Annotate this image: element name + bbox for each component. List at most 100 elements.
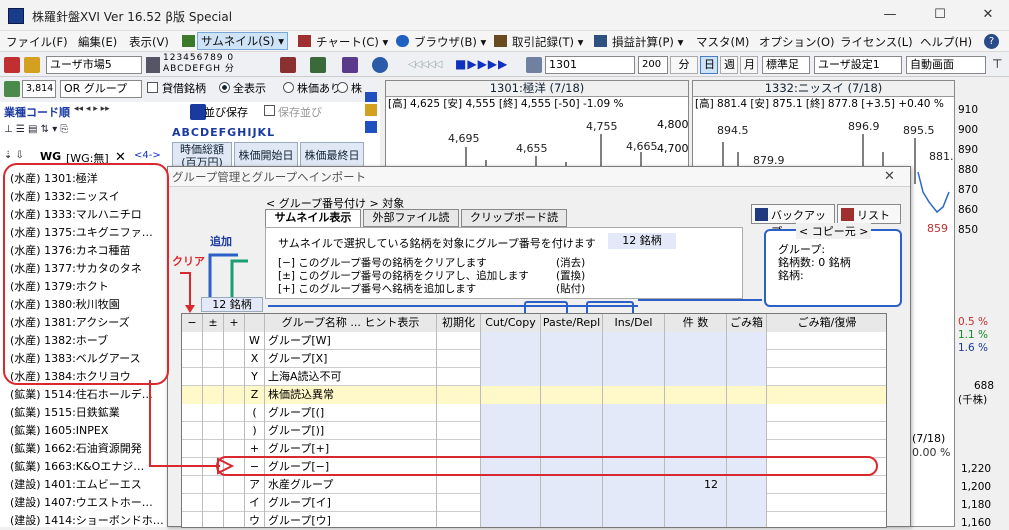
table-cell	[182, 512, 203, 527]
save-sort-checkbox[interactable]	[264, 105, 275, 116]
close-button[interactable]: ✕	[978, 5, 998, 25]
connector-line	[268, 305, 638, 307]
grid-icon[interactable]	[146, 57, 160, 73]
count-box: 12 銘柄	[201, 297, 263, 312]
pin-icon[interactable]: ⊤	[992, 57, 1002, 71]
number-keys[interactable]: 123456789 0	[163, 53, 278, 64]
loan-checkbox[interactable]	[147, 82, 158, 93]
list-item[interactable]: (建設) 1407:ウエストホー…	[0, 494, 170, 512]
menu-license[interactable]: ライセンス(L)	[840, 34, 913, 50]
table-row[interactable]: ウグループ[ウ]	[182, 512, 886, 527]
filter-icon[interactable]	[280, 57, 296, 73]
download-icon[interactable]	[365, 92, 377, 102]
group-key: イ	[245, 494, 265, 512]
restore-button[interactable]: リストア	[837, 204, 901, 238]
column-letters[interactable]: ABCDEFGHIJKL	[172, 126, 275, 139]
table-row[interactable]: イグループ[イ]	[182, 494, 886, 512]
copy-source-title: < コピー元 >	[796, 223, 872, 239]
wg-arrows[interactable]: <4->	[134, 150, 161, 161]
menu-master[interactable]: マスタ(M)	[696, 34, 749, 50]
period-month[interactable]: 月	[740, 56, 758, 74]
import-icon[interactable]	[365, 121, 377, 133]
menu-browser[interactable]: ブラウザ(B) ▾	[414, 34, 486, 50]
user-setting-select[interactable]: ユーザ設定1	[814, 56, 902, 74]
table-cell	[437, 332, 481, 350]
list-item[interactable]: (建設) 1414:ショーボンドホ…	[0, 512, 170, 530]
table-row[interactable]: ア水産グループ 12	[182, 476, 886, 494]
tab-thumbnail[interactable]: サムネイル表示	[265, 209, 361, 227]
help-icon[interactable]: ?	[984, 34, 999, 49]
period-minute[interactable]: 分	[670, 56, 698, 74]
menu-view[interactable]: 表示(V)	[129, 34, 169, 50]
backup-button[interactable]: バックアップ	[751, 204, 835, 238]
auto-screen-select[interactable]: 自動画面	[906, 56, 986, 74]
table-cell	[541, 350, 603, 368]
menu-profit[interactable]: 損益計算(P) ▾	[612, 34, 683, 50]
letter-keys[interactable]: ABCDEFGH 分	[163, 64, 278, 75]
sort-order-label[interactable]: 業種コード順	[4, 104, 70, 120]
wg-controls[interactable]: ⇣ ⇩	[4, 150, 24, 161]
dialog-close-icon[interactable]: ✕	[884, 169, 895, 184]
menu-file[interactable]: ファイル(F)	[6, 34, 68, 50]
has-stock-radio[interactable]	[283, 82, 294, 93]
tab-clipboard[interactable]: クリップボード読込	[461, 209, 567, 240]
percent-label: 1.1 %	[958, 329, 989, 341]
sort-save-button[interactable]: 並び保存	[204, 104, 248, 120]
group-name: グループ[)]	[265, 422, 437, 440]
market-select[interactable]: ユーザ市場5	[46, 56, 142, 74]
menu-option[interactable]: オプション(O)	[759, 34, 835, 50]
axis-label: 880	[958, 164, 979, 176]
tool-icon[interactable]	[342, 57, 358, 73]
table-row[interactable]: ) グループ[)]	[182, 422, 886, 440]
count-select[interactable]: 200	[638, 56, 668, 74]
period-day[interactable]: 日	[700, 56, 718, 74]
restore-icon	[841, 208, 854, 221]
menu-chart[interactable]: チャート(C) ▾	[316, 34, 388, 50]
menu-thumbnail[interactable]: サムネイル(S) ▾	[197, 32, 288, 50]
all-display-radio[interactable]	[219, 82, 230, 93]
play-controls[interactable]: ■▶▶▶▶	[455, 57, 523, 73]
table-cell	[481, 494, 541, 512]
menu-help[interactable]: ヘルプ(H)	[920, 34, 972, 50]
standard-select[interactable]: 標準足	[762, 56, 810, 74]
group-count	[665, 332, 727, 350]
row-tools[interactable]: ⊥ ☰ ▤ ⇅ ▾ ⎘	[4, 124, 164, 140]
menu-edit[interactable]: 編集(E)	[78, 34, 117, 50]
code-input[interactable]: 1301	[545, 56, 635, 74]
table-row[interactable]: Y 上海A読込不可	[182, 368, 886, 386]
window-title: 株羅針盤XVI Ver 16.52 β版 Special	[32, 10, 233, 24]
settings-icon[interactable]	[310, 57, 326, 73]
kabu-radio[interactable]	[337, 82, 348, 93]
sort-nav-arrows[interactable]: ◂◂ ◂ ▸ ▸▸	[74, 104, 110, 114]
tab-external-file[interactable]: 外部ファイル読込	[363, 209, 459, 240]
highlight-oval	[216, 456, 878, 476]
axis-label: 4,700	[657, 142, 689, 155]
mode-icon[interactable]	[526, 57, 542, 73]
column-header: Cut/Copy	[481, 314, 541, 332]
table-cell	[203, 332, 224, 350]
minimize-button[interactable]: —	[880, 5, 900, 25]
table-row[interactable]: Z 株価読込異常	[182, 386, 886, 404]
table-cell	[767, 332, 886, 350]
table-row[interactable]: X グループ[X]	[182, 350, 886, 368]
table-row[interactable]: (グループ[(]	[182, 404, 886, 422]
group-name: グループ[X]	[265, 350, 437, 368]
table-row[interactable]: W グループ[W]	[182, 332, 886, 350]
paste-icon[interactable]	[24, 57, 40, 73]
menu-trade[interactable]: 取引記録(T) ▾	[512, 34, 583, 50]
group-name: グループ[イ]	[265, 494, 437, 512]
cut-icon[interactable]	[4, 57, 20, 73]
table-cell	[481, 386, 541, 404]
or-group-select[interactable]: OR グループ	[60, 80, 142, 98]
table-cell	[224, 332, 245, 350]
period-week[interactable]: 週	[720, 56, 738, 74]
table-cell	[767, 512, 886, 527]
group-count	[665, 512, 727, 527]
export-icon[interactable]	[365, 104, 377, 116]
globe-icon[interactable]	[372, 57, 388, 73]
maximize-button[interactable]: ☐	[930, 5, 950, 25]
table-cell	[541, 476, 603, 494]
copy-source-box: < コピー元 > グループ: 銘柄数: 0 銘柄 銘柄:	[764, 223, 902, 307]
highlight-list-oval	[3, 163, 169, 385]
table-cell	[603, 386, 665, 404]
